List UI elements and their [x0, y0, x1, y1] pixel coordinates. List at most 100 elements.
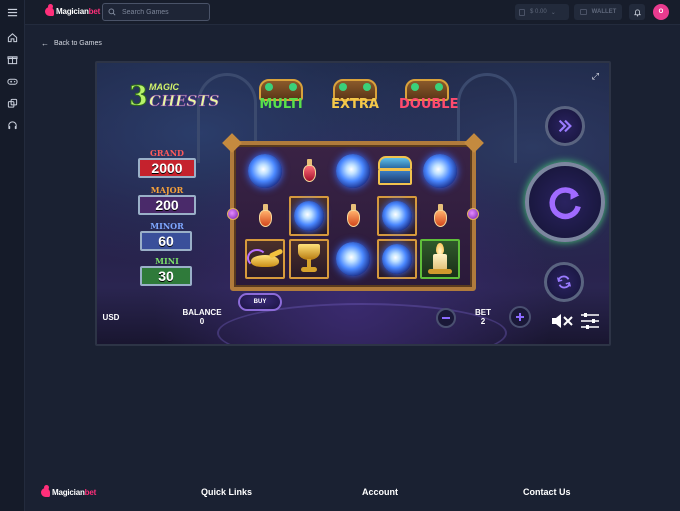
- brand-logo[interactable]: Magicianbet: [45, 4, 101, 16]
- buy-feature-button[interactable]: BUY: [238, 293, 282, 311]
- jackpot-label: MAJOR: [150, 185, 184, 195]
- balance-value: 0: [199, 317, 205, 326]
- spin-arrow-icon: [549, 187, 581, 220]
- potion-icon: [302, 159, 316, 183]
- chevron-down-icon: ⌄: [550, 9, 556, 16]
- top-bar: Magicianbet $ 0.00 ⌄ WALLET O: [25, 0, 680, 25]
- footer-heading-contact: Contact Us: [523, 487, 571, 497]
- magic-lamp-icon: [247, 247, 284, 271]
- chest-label-extra: EXTRA: [331, 97, 379, 112]
- potion-icon: [433, 204, 447, 228]
- reel-symbol-orb-gold: [377, 239, 417, 279]
- game-frame[interactable]: ⤢ 3 MAGIC CHESTS MULTI EXTRA DOUBLE GRAN…: [95, 61, 611, 346]
- footer-heading-quick-links: Quick Links: [201, 487, 253, 497]
- crystal-orb-icon: [336, 154, 370, 188]
- footer-logo[interactable]: Magicianbet: [41, 485, 96, 497]
- reel-symbol-orb: [245, 151, 285, 191]
- logo-text: Magicianbet: [56, 7, 101, 16]
- arrow-left-icon: ←: [41, 39, 49, 48]
- jackpot-grand: GRAND 2000: [134, 148, 200, 182]
- crystal-orb-icon: [248, 154, 282, 188]
- chest-label-multi: MULTI: [259, 97, 303, 112]
- reel-symbol-potion: [420, 196, 460, 236]
- side-gem-icon: [467, 208, 479, 220]
- potion-icon: [346, 204, 360, 228]
- jackpot-minor: MINOR 60: [138, 221, 196, 255]
- chest-label-double: DOUBLE: [399, 97, 459, 112]
- fast-forward-icon: [558, 119, 572, 133]
- bet-increase-button[interactable]: [509, 306, 531, 328]
- jackpot-label: MINI: [155, 256, 179, 266]
- candle-icon: [427, 243, 453, 275]
- chalice-icon: [296, 244, 322, 274]
- reel-symbol-treasure: [375, 151, 415, 191]
- currency-label: USD: [102, 313, 120, 322]
- crystal-orb-icon: [336, 242, 370, 276]
- casino-chips-icon[interactable]: [6, 97, 19, 110]
- side-gem-icon: [227, 208, 239, 220]
- crystal-orb-icon: [382, 201, 412, 231]
- back-to-games-link[interactable]: ← Back to Games: [41, 39, 102, 48]
- speaker-muted-icon: [552, 314, 573, 328]
- headset-icon[interactable]: [6, 119, 19, 132]
- reel-symbol-lamp: [245, 239, 285, 279]
- gift-icon[interactable]: [6, 53, 19, 66]
- title-line-1: MAGIC: [149, 82, 179, 92]
- reel-symbol-orb: [333, 151, 373, 191]
- settings-button[interactable]: [580, 312, 600, 330]
- avatar-initial: O: [658, 9, 664, 15]
- balance-display: BALANCE 0: [177, 308, 227, 326]
- crystal-orb-icon: [423, 154, 457, 188]
- extra-chest: EXTRA: [327, 79, 383, 119]
- reel-symbol-potion: [245, 196, 285, 236]
- wallet-label: WALLET: [591, 9, 617, 15]
- balance-label: BALANCE: [182, 308, 222, 317]
- plus-icon: [516, 313, 524, 321]
- logo-mark-icon: [41, 485, 50, 497]
- wallet-icon: [579, 9, 587, 15]
- home-icon[interactable]: [6, 31, 19, 44]
- autoplay-button[interactable]: [544, 262, 584, 302]
- minus-icon: [442, 317, 450, 319]
- game-title-logo: 3 MAGIC CHESTS: [129, 81, 220, 117]
- reel-symbol-orb-gold: [289, 196, 329, 236]
- menu-icon[interactable]: [6, 6, 19, 19]
- jackpot-value: 30: [140, 266, 192, 286]
- double-chest: DOUBLE: [399, 79, 459, 119]
- avatar[interactable]: O: [653, 4, 669, 20]
- wallet-coin-icon: [519, 8, 525, 16]
- jackpot-label: MINOR: [150, 221, 184, 231]
- balance-selector[interactable]: $ 0.00 ⌄: [515, 4, 569, 20]
- search-input[interactable]: [122, 8, 202, 16]
- jackpot-label: GRAND: [150, 148, 184, 158]
- reel-symbol-orb-gold: [377, 196, 417, 236]
- title-line-2: CHESTS: [149, 92, 220, 111]
- reel-symbol-potion: [289, 151, 329, 191]
- title-number: 3: [129, 81, 149, 113]
- bet-display: BET 2: [467, 308, 499, 326]
- sliders-icon: [581, 313, 599, 329]
- bet-decrease-button[interactable]: [436, 308, 456, 328]
- bell-icon: [633, 8, 641, 16]
- bet-label: BET: [475, 308, 491, 317]
- footer-heading-account: Account: [362, 487, 398, 497]
- reel-symbol-candle: [420, 239, 460, 279]
- bet-value: 2: [480, 317, 486, 326]
- mute-button[interactable]: [550, 312, 574, 330]
- jackpot-value: 200: [138, 195, 196, 215]
- turbo-button[interactable]: [545, 106, 585, 146]
- buy-label: BUY: [253, 299, 267, 305]
- search-box[interactable]: [102, 3, 210, 21]
- jackpot-value: 2000: [138, 158, 196, 178]
- sidebar: [0, 0, 25, 511]
- crystal-orb-icon: [294, 201, 324, 231]
- spin-button[interactable]: [525, 162, 605, 242]
- jackpot-value: 60: [140, 231, 192, 251]
- gamepad-icon[interactable]: [6, 75, 19, 88]
- search-icon: [108, 8, 116, 16]
- wallet-button[interactable]: WALLET: [574, 4, 622, 20]
- notifications-button[interactable]: [629, 4, 645, 20]
- fullscreen-icon[interactable]: ⤢: [592, 71, 599, 82]
- crystal-orb-icon: [382, 244, 412, 274]
- multi-chest: MULTI: [253, 79, 309, 119]
